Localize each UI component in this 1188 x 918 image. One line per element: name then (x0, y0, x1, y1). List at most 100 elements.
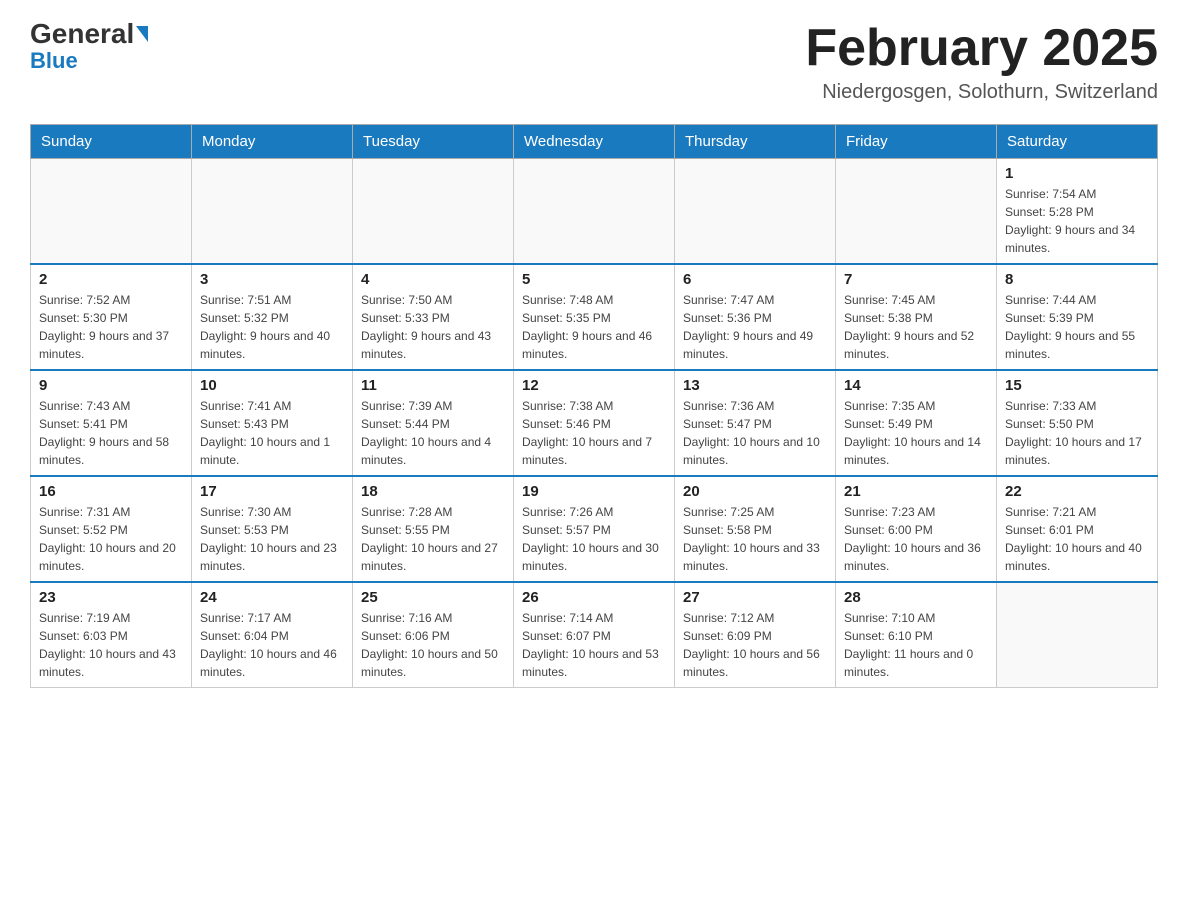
calendar-header-tuesday: Tuesday (353, 125, 514, 159)
calendar-day-cell: 8 Sunrise: 7:44 AMSunset: 5:39 PMDaylight… (997, 264, 1158, 370)
day-info: Sunrise: 7:52 AMSunset: 5:30 PMDaylight:… (39, 291, 183, 363)
calendar-day-cell (353, 159, 514, 265)
calendar-day-cell: 5Sunrise: 7:48 AMSunset: 5:35 PMDaylight… (514, 264, 675, 370)
calendar-day-cell: 4Sunrise: 7:50 AMSunset: 5:33 PMDaylight… (353, 264, 514, 370)
day-info: Sunrise: 7:38 AMSunset: 5:46 PMDaylight:… (522, 397, 666, 469)
calendar-header-wednesday: Wednesday (514, 125, 675, 159)
logo: General Blue (30, 20, 148, 74)
day-number: 20 (683, 483, 827, 500)
calendar-day-cell (31, 159, 192, 265)
day-info: Sunrise: 7:54 AMSunset: 5:28 PMDaylight:… (1005, 185, 1149, 257)
logo-blue-text: Blue (30, 48, 78, 74)
calendar-day-cell (192, 159, 353, 265)
day-number: 6 (683, 271, 827, 288)
day-info: Sunrise: 7:25 AMSunset: 5:58 PMDaylight:… (683, 503, 827, 575)
day-number: 19 (522, 483, 666, 500)
calendar-day-cell: 26 Sunrise: 7:14 AMSunset: 6:07 PMDayligh… (514, 582, 675, 688)
calendar-day-cell: 10Sunrise: 7:41 AMSunset: 5:43 PMDayligh… (192, 370, 353, 476)
day-number: 13 (683, 377, 827, 394)
calendar-day-cell: 19 Sunrise: 7:26 AMSunset: 5:57 PMDayligh… (514, 476, 675, 582)
day-number: 24 (200, 589, 344, 606)
page-header: General Blue February 2025 Niedergosgen,… (30, 20, 1158, 104)
day-number: 28 (844, 589, 988, 606)
calendar-day-cell: 20 Sunrise: 7:25 AMSunset: 5:58 PMDayligh… (675, 476, 836, 582)
calendar-header-friday: Friday (836, 125, 997, 159)
calendar-day-cell: 24 Sunrise: 7:17 AMSunset: 6:04 PMDayligh… (192, 582, 353, 688)
day-number: 15 (1005, 377, 1149, 394)
day-info: Sunrise: 7:43 AMSunset: 5:41 PMDaylight:… (39, 397, 183, 469)
day-info: Sunrise: 7:45 AMSunset: 5:38 PMDaylight:… (844, 291, 988, 363)
calendar-header-row: SundayMondayTuesdayWednesdayThursdayFrid… (31, 125, 1158, 159)
calendar-day-cell: 2 Sunrise: 7:52 AMSunset: 5:30 PMDaylight… (31, 264, 192, 370)
day-number: 23 (39, 589, 183, 606)
calendar-day-cell: 9 Sunrise: 7:43 AMSunset: 5:41 PMDaylight… (31, 370, 192, 476)
calendar-day-cell: 17 Sunrise: 7:30 AMSunset: 5:53 PMDayligh… (192, 476, 353, 582)
day-info: Sunrise: 7:14 AMSunset: 6:07 PMDaylight:… (522, 609, 666, 681)
day-number: 3 (200, 271, 344, 288)
calendar-header-thursday: Thursday (675, 125, 836, 159)
day-info: Sunrise: 7:33 AMSunset: 5:50 PMDaylight:… (1005, 397, 1149, 469)
day-number: 12 (522, 377, 666, 394)
day-info: Sunrise: 7:41 AMSunset: 5:43 PMDaylight:… (200, 397, 344, 469)
day-info: Sunrise: 7:16 AMSunset: 6:06 PMDaylight:… (361, 609, 505, 681)
calendar-day-cell (997, 582, 1158, 688)
day-info: Sunrise: 7:17 AMSunset: 6:04 PMDaylight:… (200, 609, 344, 681)
calendar-day-cell: 25 Sunrise: 7:16 AMSunset: 6:06 PMDayligh… (353, 582, 514, 688)
day-number: 26 (522, 589, 666, 606)
calendar-day-cell: 28 Sunrise: 7:10 AMSunset: 6:10 PMDayligh… (836, 582, 997, 688)
day-info: Sunrise: 7:30 AMSunset: 5:53 PMDaylight:… (200, 503, 344, 575)
calendar-header-monday: Monday (192, 125, 353, 159)
day-number: 17 (200, 483, 344, 500)
calendar-header-sunday: Sunday (31, 125, 192, 159)
calendar-day-cell: 22Sunrise: 7:21 AMSunset: 6:01 PMDayligh… (997, 476, 1158, 582)
calendar-day-cell: 16Sunrise: 7:31 AMSunset: 5:52 PMDayligh… (31, 476, 192, 582)
day-info: Sunrise: 7:23 AMSunset: 6:00 PMDaylight:… (844, 503, 988, 575)
calendar-day-cell: 21 Sunrise: 7:23 AMSunset: 6:00 PMDayligh… (836, 476, 997, 582)
calendar-day-cell (675, 159, 836, 265)
calendar-day-cell: 23 Sunrise: 7:19 AMSunset: 6:03 PMDayligh… (31, 582, 192, 688)
calendar-week-row: 1Sunrise: 7:54 AMSunset: 5:28 PMDaylight… (31, 159, 1158, 265)
day-number: 14 (844, 377, 988, 394)
calendar-header-saturday: Saturday (997, 125, 1158, 159)
day-number: 21 (844, 483, 988, 500)
calendar-day-cell: 1Sunrise: 7:54 AMSunset: 5:28 PMDaylight… (997, 159, 1158, 265)
day-info: Sunrise: 7:50 AMSunset: 5:33 PMDaylight:… (361, 291, 505, 363)
location-subtitle: Niedergosgen, Solothurn, Switzerland (805, 81, 1158, 104)
calendar-day-cell: 15 Sunrise: 7:33 AMSunset: 5:50 PMDayligh… (997, 370, 1158, 476)
calendar-week-row: 9 Sunrise: 7:43 AMSunset: 5:41 PMDaylight… (31, 370, 1158, 476)
calendar-day-cell: 14 Sunrise: 7:35 AMSunset: 5:49 PMDayligh… (836, 370, 997, 476)
day-number: 9 (39, 377, 183, 394)
month-title: February 2025 (805, 20, 1158, 77)
logo-general-text: General (30, 20, 134, 48)
calendar-day-cell (836, 159, 997, 265)
day-info: Sunrise: 7:10 AMSunset: 6:10 PMDaylight:… (844, 609, 988, 681)
day-number: 27 (683, 589, 827, 606)
calendar-day-cell (514, 159, 675, 265)
title-area: February 2025 Niedergosgen, Solothurn, S… (805, 20, 1158, 104)
calendar-day-cell: 27 Sunrise: 7:12 AMSunset: 6:09 PMDayligh… (675, 582, 836, 688)
day-info: Sunrise: 7:26 AMSunset: 5:57 PMDaylight:… (522, 503, 666, 575)
day-number: 5 (522, 271, 666, 288)
day-info: Sunrise: 7:35 AMSunset: 5:49 PMDaylight:… (844, 397, 988, 469)
calendar-day-cell: 13 Sunrise: 7:36 AMSunset: 5:47 PMDayligh… (675, 370, 836, 476)
day-number: 16 (39, 483, 183, 500)
day-number: 11 (361, 377, 505, 394)
day-number: 25 (361, 589, 505, 606)
day-info: Sunrise: 7:19 AMSunset: 6:03 PMDaylight:… (39, 609, 183, 681)
logo-blue-label: Blue (30, 48, 78, 73)
day-number: 7 (844, 271, 988, 288)
day-number: 8 (1005, 271, 1149, 288)
day-info: Sunrise: 7:28 AMSunset: 5:55 PMDaylight:… (361, 503, 505, 575)
day-number: 22 (1005, 483, 1149, 500)
day-info: Sunrise: 7:51 AMSunset: 5:32 PMDaylight:… (200, 291, 344, 363)
logo-top-line: General (30, 20, 148, 48)
day-info: Sunrise: 7:36 AMSunset: 5:47 PMDaylight:… (683, 397, 827, 469)
calendar-week-row: 23 Sunrise: 7:19 AMSunset: 6:03 PMDayligh… (31, 582, 1158, 688)
calendar-day-cell: 6Sunrise: 7:47 AMSunset: 5:36 PMDaylight… (675, 264, 836, 370)
calendar-day-cell: 3 Sunrise: 7:51 AMSunset: 5:32 PMDaylight… (192, 264, 353, 370)
logo-triangle-icon (136, 26, 148, 42)
day-info: Sunrise: 7:12 AMSunset: 6:09 PMDaylight:… (683, 609, 827, 681)
day-number: 2 (39, 271, 183, 288)
day-info: Sunrise: 7:44 AMSunset: 5:39 PMDaylight:… (1005, 291, 1149, 363)
calendar-day-cell: 12 Sunrise: 7:38 AMSunset: 5:46 PMDayligh… (514, 370, 675, 476)
